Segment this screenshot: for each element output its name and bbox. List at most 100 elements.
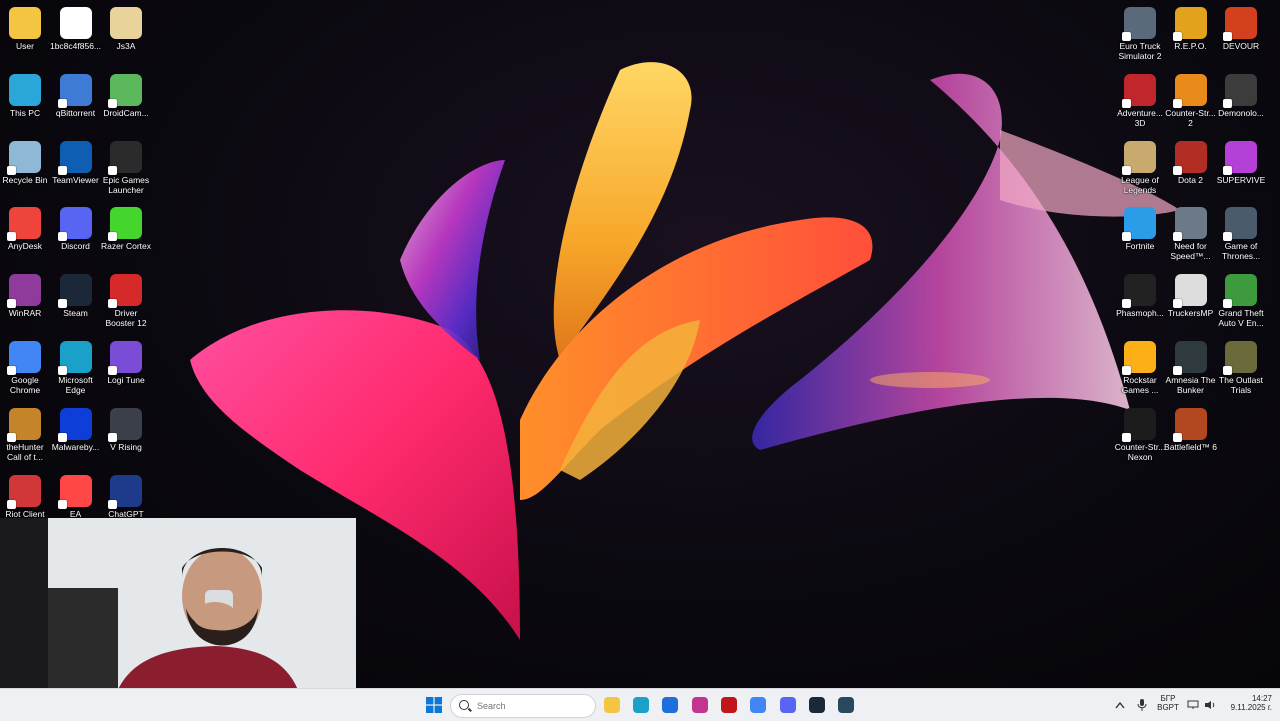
desktop-icon-game-of-thrones[interactable]: Game of Thrones... (1214, 204, 1268, 261)
taskbar-app-edge[interactable] (629, 693, 653, 717)
desktop-icon-label: Discord (61, 241, 90, 252)
desktop-icon-label: TeamViewer (52, 174, 99, 185)
desktop-icon-teamviewer[interactable]: TeamViewer (49, 138, 103, 185)
desktop-icon-label: Grand Theft Auto V En... (1218, 308, 1264, 329)
show-hidden-icons-button[interactable] (1111, 693, 1129, 717)
desktop-icon-droidcam[interactable]: DroidCam... (99, 71, 153, 118)
network-button[interactable] (1184, 693, 1202, 717)
desktop-icon-league-of-legends[interactable]: League of Legends (1113, 138, 1167, 195)
desktop-icon-discord[interactable]: Discord (49, 204, 103, 251)
teamviewer-icon (57, 140, 92, 175)
desktop-icon-folder[interactable]: User (0, 4, 52, 51)
volume-button[interactable] (1201, 693, 1219, 717)
desktop-icon-monitor[interactable]: This PC (0, 71, 52, 118)
image-file-icon (110, 7, 142, 39)
desktop-icon-edge[interactable]: Microsoft Edge (49, 338, 103, 395)
desktop-icon-label: Recycle Bin (2, 174, 48, 185)
desktop-icon-label: User (16, 41, 34, 51)
desktop-icon-v-rising[interactable]: V Rising (99, 405, 153, 452)
speaker-icon (1205, 701, 1215, 709)
desktop-icon-label: Adventure... 3D (1117, 107, 1163, 128)
desktop-icon-supervive[interactable]: SUPERVIVE (1214, 138, 1268, 185)
desktop-icon-winrar[interactable]: WinRAR (0, 271, 52, 318)
microphone-icon (1137, 699, 1147, 711)
qbittorrent-icon (57, 73, 92, 108)
desktop-icon-rockstar-games[interactable]: Rockstar Games ... (1113, 338, 1167, 395)
desktop-icon-label: Counter-Str... Nexon (1114, 441, 1166, 462)
search-input[interactable] (475, 697, 589, 715)
desktop-icon-euro-truck[interactable]: Euro Truck Simulator 2 (1113, 4, 1167, 61)
desktop-icon-anydesk[interactable]: AnyDesk (0, 204, 52, 251)
desktop-icon-fortnite[interactable]: Fortnite (1113, 204, 1167, 251)
clock-time: 14:27 (1251, 694, 1272, 703)
desktop-icon-csn[interactable]: Counter-Str... Nexon (1113, 405, 1167, 462)
discord-icon (57, 207, 92, 242)
desktop-icon-need-for-speed[interactable]: Need for Speed™... (1164, 204, 1218, 261)
desktop-icon-riot-client[interactable]: Riot Client (0, 472, 52, 519)
clock-date: 9.11.2025 г. (1230, 703, 1272, 712)
microphone-button[interactable] (1132, 693, 1152, 717)
desktop-icon-label: Battlefield™ 6 (1164, 441, 1217, 452)
taskbar-app-opera[interactable] (717, 693, 741, 717)
desktop-icon-label: AnyDesk (7, 241, 42, 252)
desktop-icon-battlefield-6[interactable]: Battlefield™ 6 (1164, 405, 1218, 452)
desktop-icon-dota-2[interactable]: Dota 2 (1164, 138, 1218, 185)
battlefield-6-icon (1172, 407, 1207, 442)
desktop-icon-recycle-bin[interactable]: Recycle Bin (0, 138, 52, 185)
desktop-icon-counter-strike-2[interactable]: Counter-Str... 2 (1164, 71, 1218, 128)
taskbar-app-steam[interactable] (805, 693, 829, 717)
edge-icon (633, 697, 649, 713)
desktop-icon-epic-games[interactable]: Epic Games Launcher (99, 138, 153, 195)
desktop-icon-label: Amnesia The Bunker (1165, 375, 1216, 395)
desktop-icon-phasmophobia[interactable]: Phasmoph... (1113, 271, 1167, 318)
taskbar-app-discord[interactable] (776, 693, 800, 717)
desktop-icon-chrome[interactable]: Google Chrome (0, 338, 52, 395)
desktop-icon-chatgpt[interactable]: ChatGPT (99, 472, 153, 519)
desktop-icon-label: League of Legends (1121, 174, 1159, 195)
start-button[interactable] (422, 693, 446, 717)
desktop-icon-label: Steam (63, 308, 88, 319)
taskbar-app-steam[interactable] (834, 693, 858, 717)
taskbar-app-chrome[interactable] (746, 693, 770, 717)
desktop-icon-truckersmp[interactable]: TruckersMP (1164, 271, 1218, 318)
driver-booster-icon (108, 274, 142, 309)
desktop-icon-qbittorrent[interactable]: qBittorrent (49, 71, 103, 118)
desktop-icon-adventure-3d[interactable]: Adventure... 3D (1113, 71, 1167, 128)
desktop-icon-amnesia-bunker[interactable]: Amnesia The Bunker (1164, 338, 1218, 395)
anydesk-icon (7, 207, 41, 242)
desktop-icon-malwarebytes[interactable]: Malwareby... (49, 405, 103, 452)
desktop-icon-steam[interactable]: Steam (49, 271, 103, 318)
desktop-icon-thehunter[interactable]: theHunter Call of t... (0, 405, 52, 462)
desktop-icon-image-file[interactable]: Js3A (99, 4, 153, 51)
desktop-icon-driver-booster[interactable]: Driver Booster 12 (99, 271, 153, 328)
desktop-icon-ea[interactable]: EA (49, 472, 103, 519)
desktop-icon-razer-cortex[interactable]: Razer Cortex (99, 204, 153, 251)
taskbar-app-file-explorer[interactable] (600, 693, 624, 717)
desktop-icon-label: WinRAR (8, 308, 42, 319)
razer-cortex-icon (108, 207, 142, 242)
desktop-icon-demonologist[interactable]: Demonolo... (1214, 71, 1268, 118)
taskbar-app-instagram[interactable] (688, 693, 712, 717)
desktop-icon-repo[interactable]: R.E.P.O. (1164, 4, 1218, 51)
chevron-up-icon (1115, 701, 1125, 709)
desktop-icon-logi-tune[interactable]: Logi Tune (99, 338, 153, 385)
desktop-icon-gta-v[interactable]: Grand Theft Auto V En... (1214, 271, 1268, 328)
v-rising-icon (108, 407, 142, 442)
network-icon (1187, 700, 1199, 709)
desktop-icon-label: R.E.P.O. (1174, 41, 1207, 51)
file-icon (59, 7, 92, 39)
store-icon (662, 697, 678, 713)
desktop-icon-file[interactable]: 1bc8c4f856... (49, 4, 103, 51)
taskbar-app-store[interactable] (658, 693, 682, 717)
language-bottom: BGPT (1157, 703, 1179, 712)
taskbar-search[interactable] (450, 694, 596, 718)
desktop-icon-label: Epic Games Launcher (102, 174, 150, 195)
desktop-icon-label: The Outlast Trials (1219, 375, 1263, 395)
clock[interactable]: 14:27 9.11.2025 г. (1222, 694, 1272, 712)
desktop-icon-devour[interactable]: DEVOUR (1214, 4, 1268, 51)
desktop-icon-label: SUPERVIVE (1216, 174, 1266, 185)
input-language-indicator[interactable]: БГР BGPT (1154, 694, 1182, 712)
dota-2-icon (1172, 140, 1207, 175)
phasmophobia-icon (1122, 274, 1156, 309)
desktop-icon-outlast-trials[interactable]: The Outlast Trials (1214, 338, 1268, 395)
